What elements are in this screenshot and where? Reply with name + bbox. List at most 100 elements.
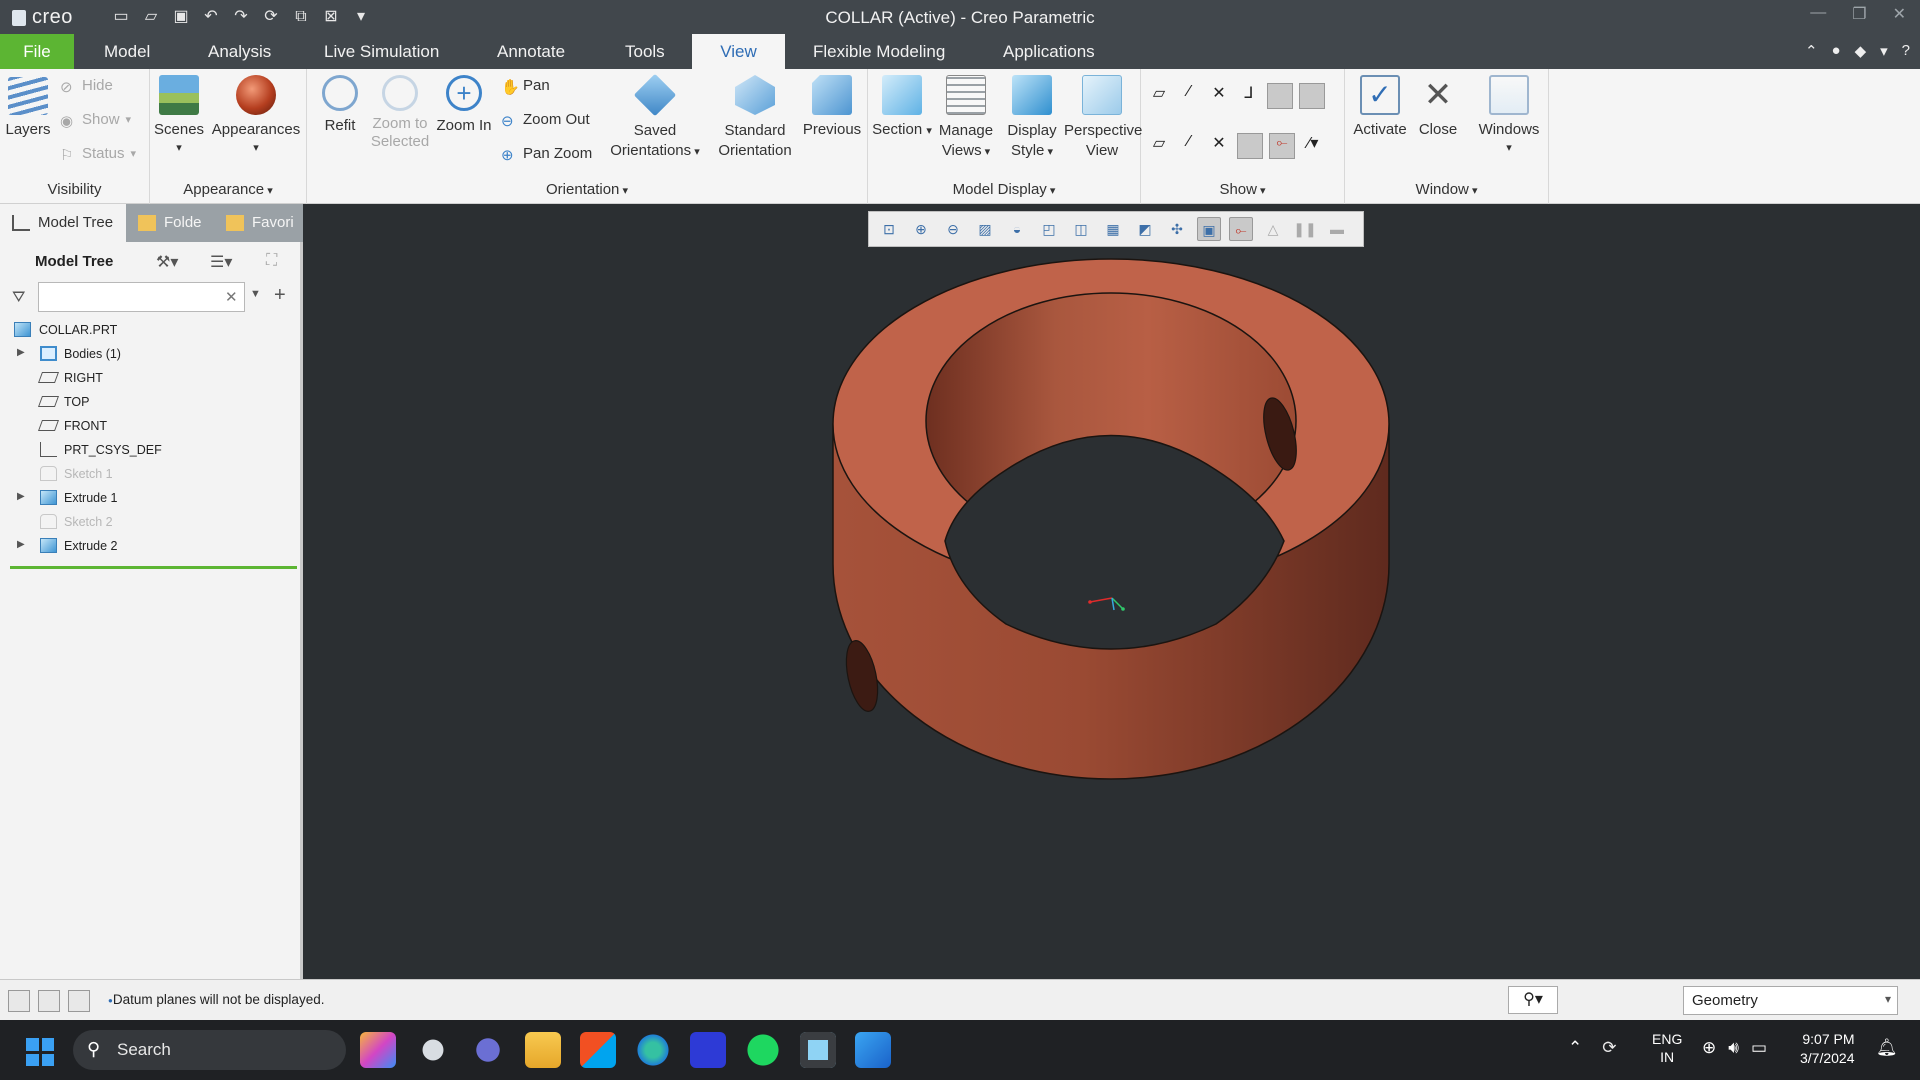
spotify-icon[interactable] [745, 1032, 781, 1068]
save-icon[interactable]: ▣ [170, 6, 192, 28]
edge-icon[interactable] [635, 1032, 671, 1068]
graphics-window[interactable]: ⊡ ⊕ ⊖ ▨ ◒ ◰ ◫ ▦ ◩ ✣ ▣ ⟜ △ ❚❚ ▬ [306, 204, 1920, 979]
tree-item[interactable]: RIGHT [0, 366, 300, 390]
point-display-icon[interactable]: ✕ [1207, 83, 1231, 107]
tab-file[interactable]: File [0, 34, 74, 69]
zoom-out-button[interactable]: ⊖ Zoom Out [501, 111, 590, 130]
tree-item[interactable]: Sketch 1 [0, 462, 300, 486]
status-button[interactable]: ⚐ Status [60, 145, 136, 164]
group-label-appearance[interactable]: Appearance [150, 181, 306, 198]
tab-model[interactable]: Model [84, 34, 170, 69]
tab-flexible-modeling[interactable]: Flexible Modeling [793, 34, 965, 69]
regenerate-icon[interactable]: ⟳ [260, 6, 282, 28]
section-button[interactable]: Section [872, 75, 932, 138]
pan-button[interactable]: ✋ Pan [501, 77, 550, 96]
add-filter-icon[interactable]: + [274, 284, 286, 307]
zoom-to-selected-button[interactable]: Zoom to Selected [365, 75, 435, 151]
display-style-button[interactable]: Display Style [1000, 75, 1064, 162]
standard-orientation-button[interactable]: Standard Orientation [707, 75, 803, 161]
scenes-button[interactable]: Scenes [154, 75, 204, 155]
tree-search-input[interactable] [38, 282, 245, 312]
tree-show-icon[interactable]: ☰▾ [210, 252, 232, 272]
filter-icon[interactable]: ⛛ [12, 289, 25, 307]
collar-model[interactable] [306, 204, 1920, 979]
minimize-button[interactable]: — [1810, 4, 1826, 24]
copilot-icon[interactable] [360, 1032, 396, 1068]
spin-center-icon[interactable]: ⟜ [1269, 133, 1295, 159]
selection-filter[interactable]: Geometry [1683, 986, 1898, 1015]
refit-button[interactable]: Refit [315, 75, 365, 134]
csys-tag-icon[interactable] [1237, 133, 1263, 159]
undo-icon[interactable]: ↶ [200, 6, 222, 28]
csys-display-icon[interactable]: ⅃ [1237, 83, 1261, 107]
group-label-model-display[interactable]: Model Display [868, 181, 1140, 198]
group-label-orientation[interactable]: Orientation [307, 181, 867, 198]
appearances-button[interactable]: Appearances [210, 75, 302, 155]
tab-folder-browser[interactable]: Folde [126, 204, 214, 242]
photos-icon[interactable] [855, 1032, 891, 1068]
axis-tag-icon[interactable]: ∕ [1177, 133, 1201, 157]
weather-icon[interactable] [415, 1032, 451, 1068]
new-file-icon[interactable]: ▭ [110, 6, 132, 28]
taskbar-search[interactable]: ⚲ Search [73, 1030, 346, 1070]
saved-orientations-button[interactable]: Saved Orientations [607, 73, 703, 162]
layers-button[interactable]: Layers [4, 77, 52, 138]
point-tag-icon[interactable]: ✕ [1207, 133, 1231, 157]
language-indicator[interactable]: ENG IN [1652, 1030, 1682, 1066]
clear-search-icon[interactable]: ✕ [225, 288, 238, 306]
restore-button[interactable]: ❐ [1852, 4, 1866, 24]
tab-live-simulation[interactable]: Live Simulation [304, 34, 459, 69]
tab-view[interactable]: View [692, 34, 785, 69]
tab-tools[interactable]: Tools [605, 34, 685, 69]
microsoft-store-icon[interactable] [580, 1032, 616, 1068]
tree-settings-icon[interactable]: ⚒▾ [156, 252, 178, 272]
close-button[interactable]: ✕ [1893, 4, 1906, 24]
tab-model-tree[interactable]: Model Tree [0, 204, 126, 242]
clock[interactable]: 9:07 PM 3/7/2024 [1800, 1030, 1855, 1068]
group-label-window[interactable]: Window [1345, 181, 1548, 198]
chevron-up-icon[interactable]: ⌃ [1568, 1038, 1582, 1058]
close-window-button[interactable]: ✕ Close [1413, 75, 1463, 138]
manage-views-button[interactable]: Manage Views [932, 75, 1000, 162]
activate-button[interactable]: ✓ Activate [1351, 75, 1409, 138]
start-icon[interactable] [26, 1038, 54, 1066]
battery-icon[interactable]: ▭ [1751, 1038, 1767, 1058]
tab-annotate[interactable]: Annotate [477, 34, 585, 69]
dimension-display-icon[interactable] [1299, 83, 1325, 109]
tab-applications[interactable]: Applications [983, 34, 1115, 69]
customize-qat-icon[interactable]: ▾ [350, 6, 372, 28]
learning-icon[interactable]: ◆ [1855, 42, 1867, 60]
minimize-ribbon-icon[interactable]: ⌃ [1805, 42, 1818, 60]
dropdown-icon[interactable]: ▾ [1880, 42, 1888, 60]
redo-icon[interactable]: ↷ [230, 6, 252, 28]
sketch-display-icon[interactable]: ⁄▾ [1301, 133, 1325, 157]
teams-icon[interactable] [470, 1032, 506, 1068]
perspective-view-button[interactable]: Perspective View [1064, 75, 1142, 161]
tree-item[interactable]: ▶ Extrude 1 [0, 486, 300, 510]
notification-bell-icon[interactable]: 🔔︎ [1876, 1038, 1898, 1058]
browser-toggle-icon[interactable] [38, 990, 60, 1012]
expand-arrow-icon[interactable]: ▶ [17, 347, 25, 358]
axis-display-icon[interactable]: ∕ [1177, 83, 1201, 107]
tree-item[interactable]: ▶ Bodies (1) [0, 342, 300, 366]
tree-item[interactable]: Sketch 2 [0, 510, 300, 534]
open-file-icon[interactable]: ▱ [140, 6, 162, 28]
navigator-toggle-icon[interactable] [8, 990, 30, 1012]
expand-arrow-icon[interactable]: ▶ [17, 539, 25, 550]
zoom-in-button[interactable]: + Zoom In [431, 75, 497, 134]
plane-tag-icon[interactable]: ⏥ [1147, 133, 1171, 157]
pan-zoom-button[interactable]: ⊕ Pan Zoom [501, 145, 592, 164]
network-icon[interactable]: ⊕ [1702, 1038, 1716, 1058]
close-window-icon[interactable]: ⊠ [320, 6, 342, 28]
file-explorer-icon[interactable] [525, 1032, 561, 1068]
tree-item[interactable]: ▶ Extrude 2 [0, 534, 300, 558]
tab-analysis[interactable]: Analysis [188, 34, 291, 69]
tab-favorites[interactable]: Favori [214, 204, 303, 242]
windows-button[interactable]: Windows [1475, 75, 1543, 155]
hide-button[interactable]: ⊘ Hide [60, 77, 113, 96]
find-icon[interactable]: ⚲▾ [1508, 986, 1558, 1014]
tree-item[interactable]: COLLAR.PRT [0, 318, 300, 342]
annotation-display-icon[interactable] [1267, 83, 1293, 109]
tree-item[interactable]: PRT_CSYS_DEF [0, 438, 300, 462]
sync-icon[interactable]: ⟳ [1602, 1038, 1616, 1058]
